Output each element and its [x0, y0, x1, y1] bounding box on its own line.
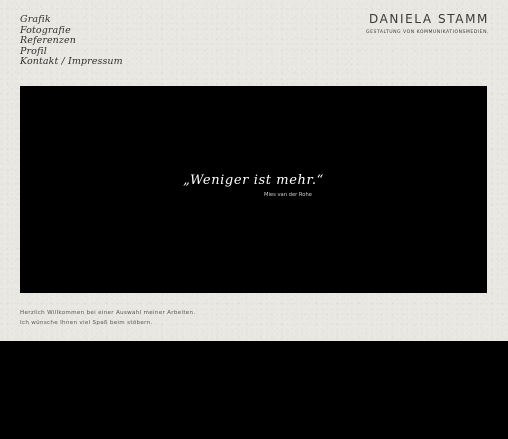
footer-band — [0, 341, 508, 439]
hero-quote: „Weniger ist mehr.“ — [183, 173, 324, 188]
brand-logo[interactable]: DANIELA STAMM GESTALTUNG VON KOMMUNIKATI… — [366, 12, 489, 35]
brand-tagline: GESTALTUNG VON KOMMUNIKATIONSMEDIEN. — [366, 30, 489, 35]
nav-item-grafik[interactable]: Grafik — [20, 14, 123, 26]
nav-item-referenzen[interactable]: Referenzen — [20, 35, 123, 47]
page-background: Grafik Fotografie Referenzen Profil Kont… — [0, 0, 508, 341]
hero-stage: „Weniger ist mehr.“ Mies van der Rohe — [20, 86, 487, 293]
hero-quote-author: Mies van der Rohe — [264, 192, 312, 198]
brand-name: DANIELA STAMM — [368, 12, 489, 26]
nav-item-kontakt-impressum[interactable]: Kontakt / Impressum — [20, 56, 123, 68]
welcome-text: Herzlich Willkommen bei einer Auswahl me… — [20, 309, 195, 328]
welcome-line-1: Herzlich Willkommen bei einer Auswahl me… — [20, 310, 196, 316]
main-navigation: Grafik Fotografie Referenzen Profil Kont… — [20, 14, 123, 68]
welcome-line-2: Ich wünsche Ihnen viel Spaß beim stöbern… — [20, 319, 153, 326]
